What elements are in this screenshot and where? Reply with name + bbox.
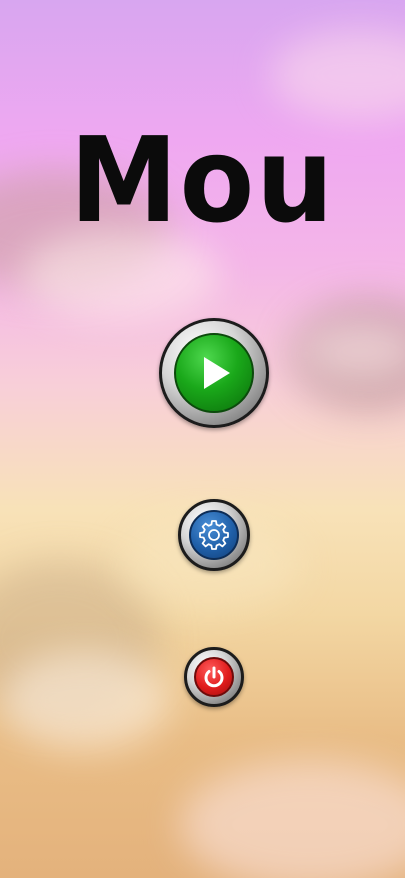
cloud <box>290 300 405 410</box>
main-menu-screen: Mou <box>0 0 405 878</box>
quit-button[interactable] <box>184 647 244 707</box>
game-title: Mou <box>69 111 336 249</box>
cloud <box>300 320 405 380</box>
power-icon <box>201 664 227 690</box>
play-icon <box>192 351 236 395</box>
settings-button[interactable] <box>178 499 250 571</box>
cloud <box>0 650 170 750</box>
play-button[interactable] <box>159 318 269 428</box>
cloud <box>270 30 405 120</box>
cloud <box>180 760 405 878</box>
cloud <box>0 560 160 720</box>
gear-icon <box>197 518 231 552</box>
